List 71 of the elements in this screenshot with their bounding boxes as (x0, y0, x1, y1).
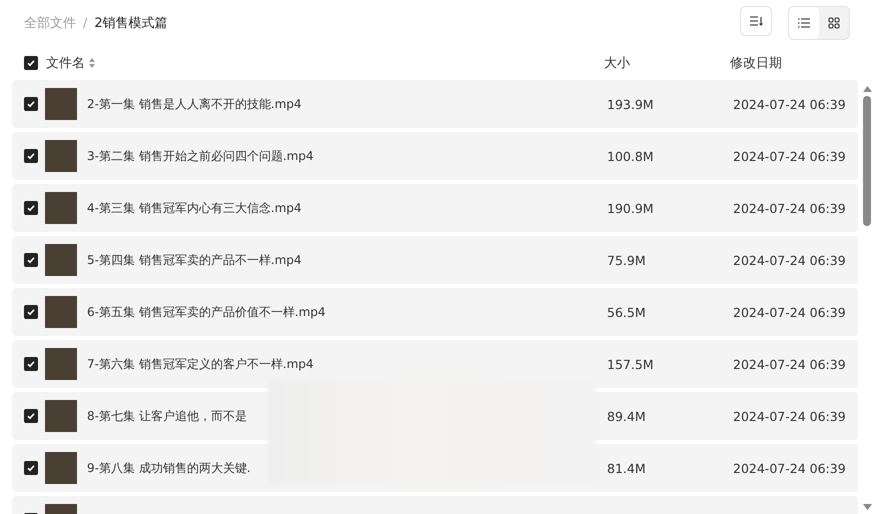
scrollbar[interactable] (862, 86, 872, 510)
scroll-down-icon[interactable] (862, 504, 872, 510)
file-name: 3-第二集 销售开始之前必问四个问题.mp4 (87, 148, 314, 162)
video-thumbnail (45, 140, 77, 172)
video-thumbnail (45, 244, 77, 276)
check-icon (26, 203, 36, 213)
file-size: 157.5M (607, 356, 654, 372)
file-size: 56.5M (607, 304, 646, 320)
file-row[interactable]: 3-第二集 销售开始之前必问四个问题.mp4 100.8M 2024-07-24 06:39 (12, 132, 858, 180)
video-thumbnail (45, 192, 77, 224)
scrollbar-thumb[interactable] (863, 96, 871, 226)
check-icon (26, 359, 36, 369)
file-size: 190.9M (607, 200, 654, 216)
check-icon (26, 411, 36, 421)
column-header[interactable]: 修改日期 (730, 54, 782, 72)
file-row[interactable]: 2-第一集 销售是人人离不开的技能.mp4 193.9M 2024-07-24 06:39 (12, 80, 858, 128)
list-view-button[interactable] (789, 7, 819, 39)
check-icon (26, 151, 36, 161)
sort-icon (89, 58, 95, 68)
checkbox[interactable] (24, 149, 38, 163)
file-size: 75.9M (607, 252, 646, 268)
sort-icon (749, 15, 763, 27)
check-icon (26, 99, 36, 109)
checkbox[interactable] (24, 201, 38, 215)
video-thumbnail (45, 296, 77, 328)
file-row[interactable]: 7-第六集 销售冠军定义的客户不一样.mp4 157.5M 2024-07-24 06:39 (12, 340, 858, 388)
checkbox[interactable] (24, 253, 38, 267)
column-header[interactable]: 大小 (604, 54, 730, 72)
checkbox[interactable] (24, 56, 38, 70)
check-icon (26, 58, 36, 68)
file-row[interactable]: 5-第四集 销售冠军卖的产品不一样.mp4 75.9M 2024-07-24 06:39 (12, 236, 858, 284)
video-thumbnail (45, 452, 77, 484)
checkbox[interactable] (24, 97, 38, 111)
checkbox[interactable] (24, 461, 38, 475)
file-name: 5-第四集 销售冠军卖的产品不一样.mp4 (87, 252, 302, 266)
video-thumbnail (45, 348, 77, 380)
check-icon (26, 307, 36, 317)
check-icon (26, 255, 36, 265)
grid-icon (828, 17, 840, 29)
checkbox[interactable] (24, 357, 38, 371)
check-icon (26, 463, 36, 473)
file-row[interactable]: 6-第五集 销售冠军卖的产品价值不一样.mp4 56.5M 2024-07-24 06:39 (12, 288, 858, 336)
file-size: 100.8M (607, 148, 654, 164)
sort-button[interactable] (740, 6, 772, 36)
modified-date: 2024-07-24 06:39 (733, 148, 846, 164)
file-name: 7-第六集 销售冠军定义的客户不一样.mp4 (87, 356, 314, 370)
video-thumbnail (45, 400, 77, 432)
file-size: 81.4M (607, 460, 646, 476)
modified-date: 2024-07-24 06:39 (733, 460, 846, 476)
modified-date: 2024-07-24 06:39 (733, 304, 846, 320)
file-name: 8-第七集 让客户追他，而不是 (87, 408, 247, 422)
breadcrumb-current: 2销售模式篇 (94, 15, 168, 32)
breadcrumb-separator: / (83, 16, 88, 30)
list-icon (798, 18, 810, 28)
file-name: 4-第三集 销售冠军内心有三大信念.mp4 (87, 200, 302, 214)
file-name: 9-第八集 成功销售的两大关键. (87, 460, 251, 474)
checkbox[interactable] (24, 305, 38, 319)
column-header[interactable]: 文件名 (46, 54, 85, 72)
checkbox[interactable] (24, 409, 38, 423)
file-name: 6-第五集 销售冠军卖的产品价值不一样.mp4 (87, 304, 326, 318)
modified-date: 2024-07-24 06:39 (733, 356, 846, 372)
file-size: 89.4M (607, 408, 646, 424)
file-size: 193.9M (607, 96, 654, 112)
modified-date: 2024-07-24 06:39 (733, 200, 846, 216)
modified-date: 2024-07-24 06:39 (733, 96, 846, 112)
modified-date: 2024-07-24 06:39 (733, 252, 846, 268)
scroll-up-icon[interactable] (862, 86, 872, 92)
file-name: 2-第一集 销售是人人离不开的技能.mp4 (87, 96, 302, 110)
modified-date: 2024-07-24 06:39 (733, 408, 846, 424)
file-row[interactable]: 4-第三集 销售冠军内心有三大信念.mp4 190.9M 2024-07-24 06:39 (12, 184, 858, 232)
video-thumbnail (45, 88, 77, 120)
